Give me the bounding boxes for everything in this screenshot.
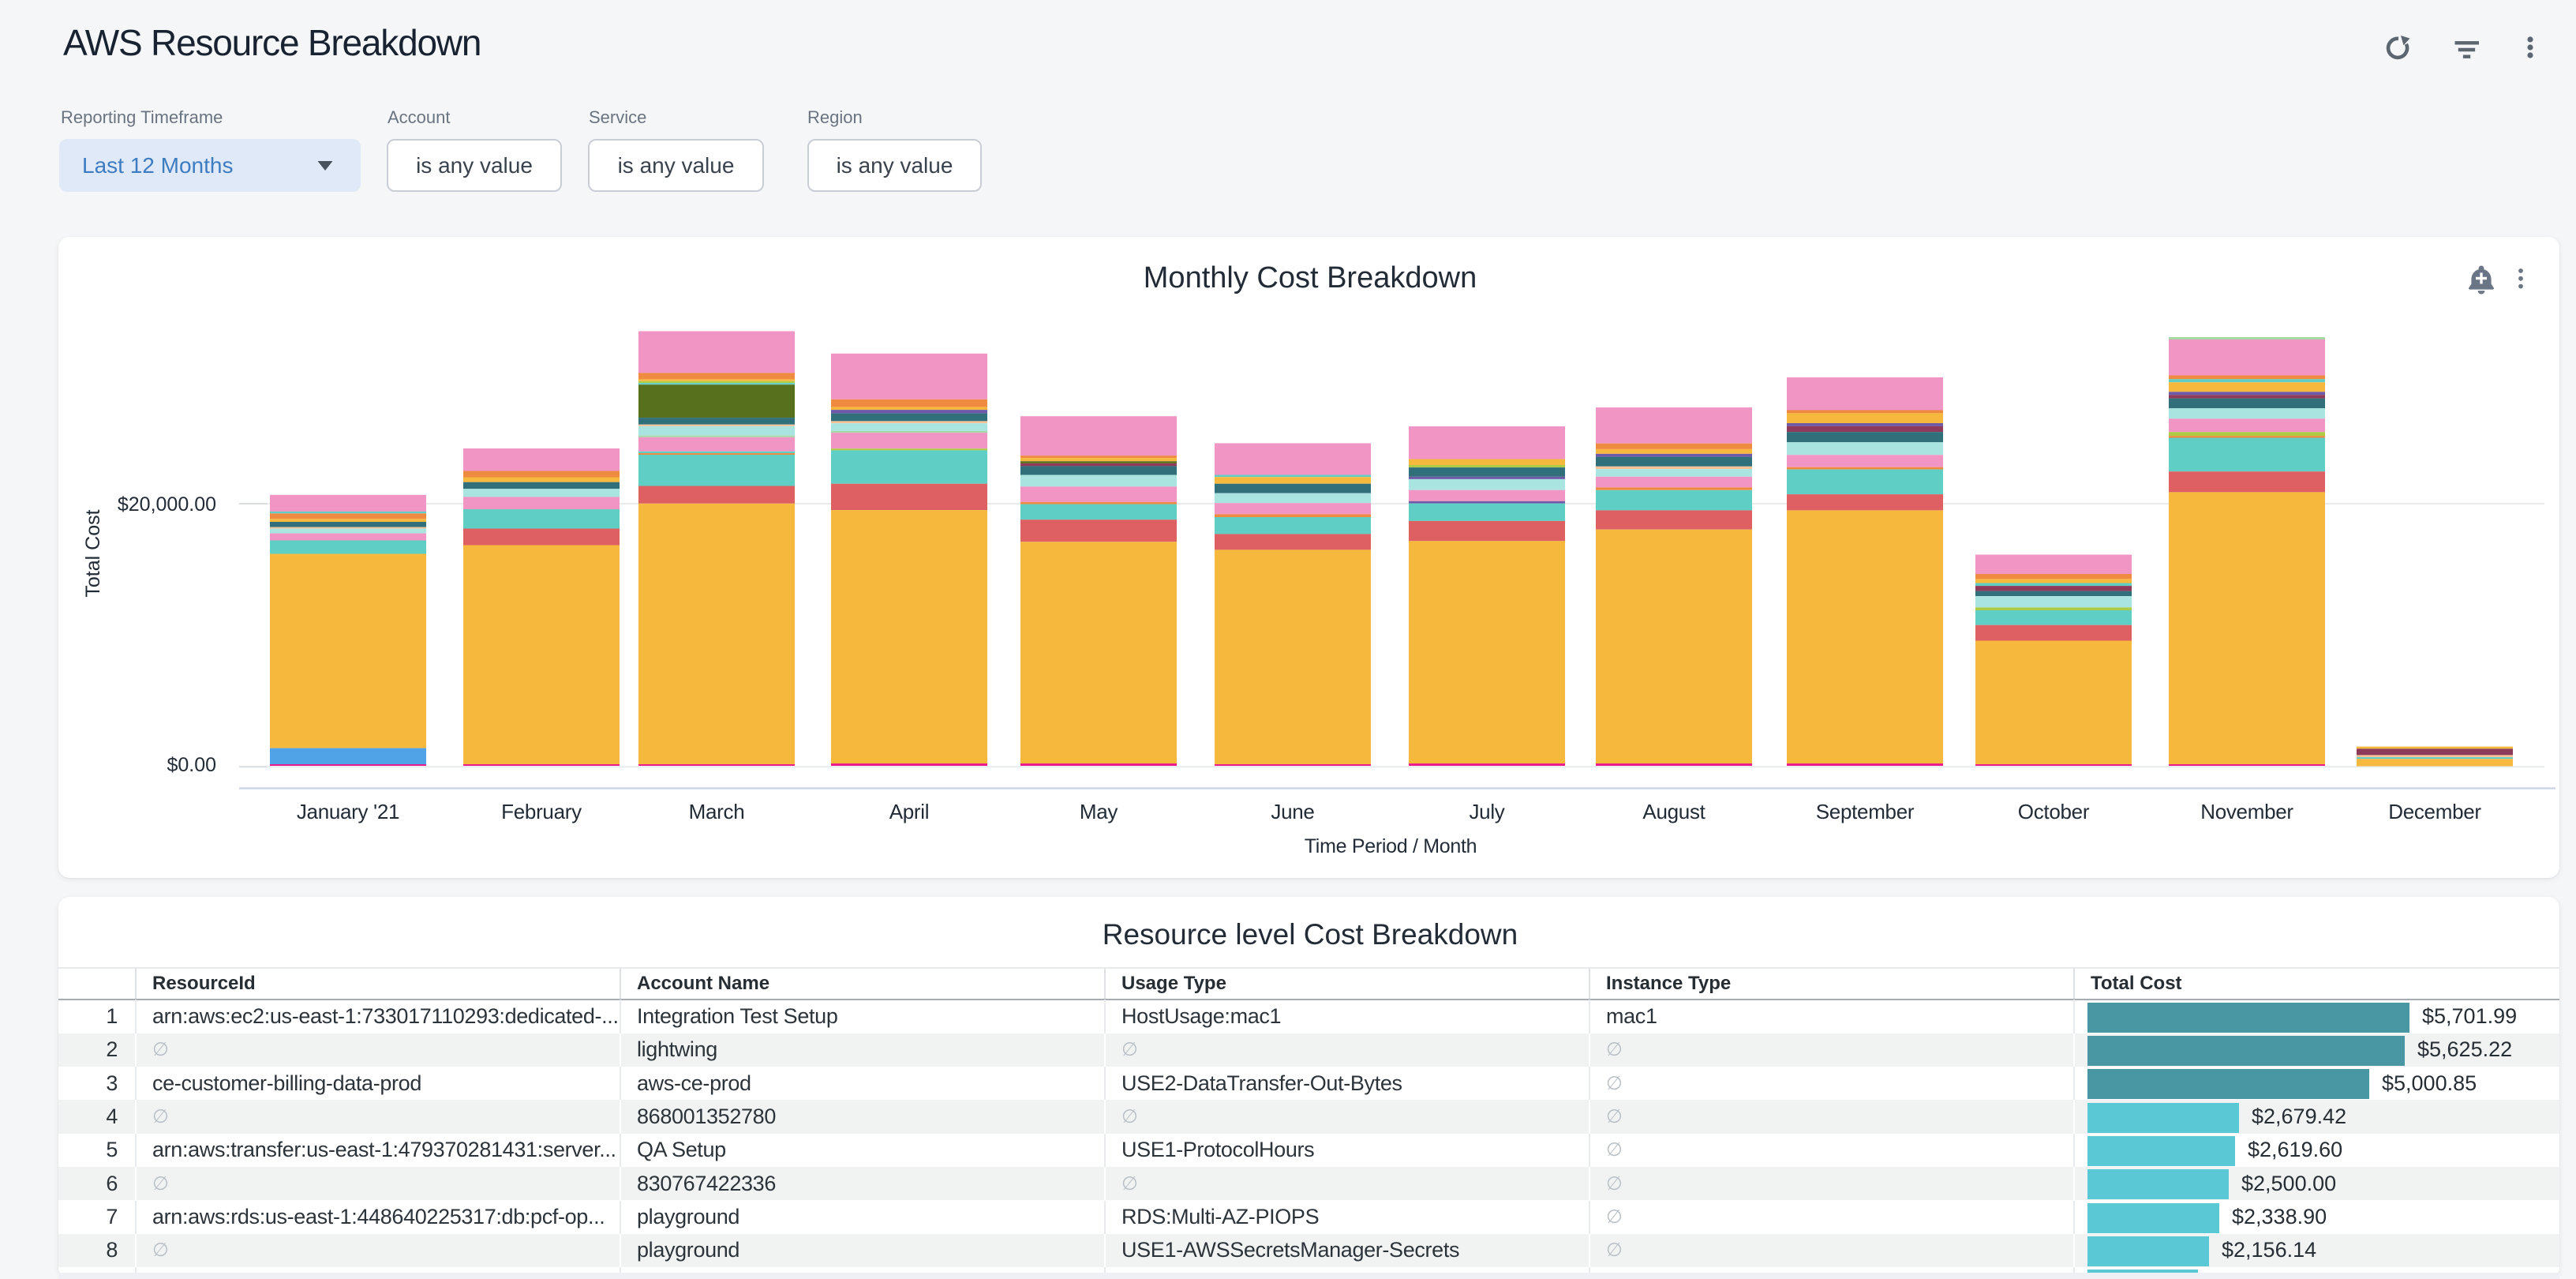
svg-text:Total Cost: Total Cost [82, 509, 104, 597]
svg-text:January '21: January '21 [297, 800, 399, 823]
svg-text:$20,000.00: $20,000.00 [118, 493, 216, 516]
svg-text:August: August [1642, 800, 1705, 823]
svg-text:November: November [2200, 800, 2293, 823]
svg-text:February: February [501, 800, 582, 823]
svg-text:October: October [2018, 800, 2090, 823]
svg-text:Resource level Cost Breakdown: Resource level Cost Breakdown [1103, 918, 1518, 951]
svg-text:December: December [2388, 800, 2481, 823]
svg-text:Time Period / Month: Time Period / Month [1305, 835, 1477, 857]
svg-text:May: May [1080, 800, 1118, 823]
svg-text:March: March [689, 800, 745, 823]
svg-text:September: September [1816, 800, 1915, 823]
svg-text:June: June [1271, 800, 1314, 823]
svg-text:April: April [889, 800, 930, 823]
svg-text:$0.00: $0.00 [167, 754, 216, 776]
svg-text:Monthly Cost Breakdown: Monthly Cost Breakdown [1144, 261, 1477, 294]
svg-text:July: July [1469, 800, 1504, 823]
